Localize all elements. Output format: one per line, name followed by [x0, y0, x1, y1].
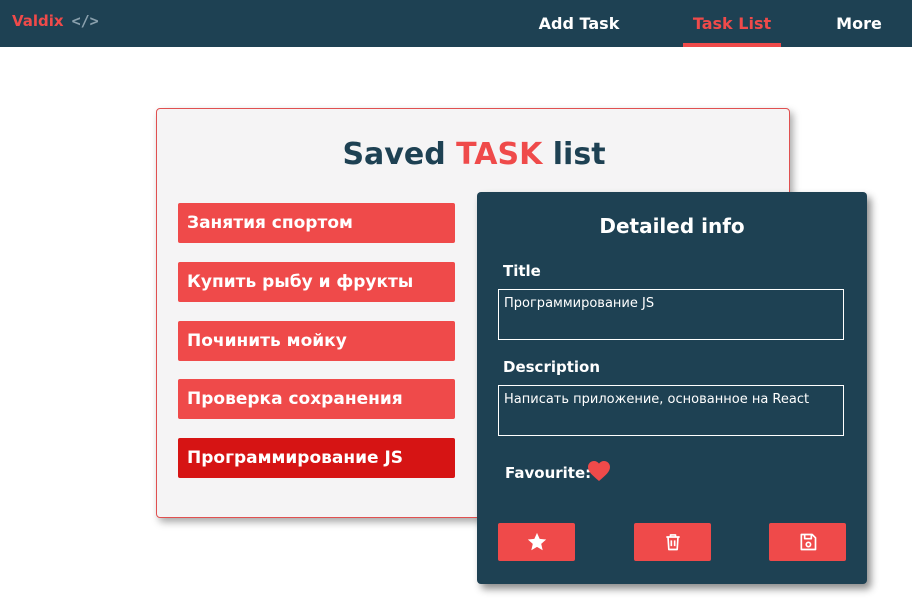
title-field[interactable]: Программирование JS: [498, 289, 844, 340]
brand-logo[interactable]: Valdix </>: [12, 12, 99, 30]
detail-heading: Detailed info: [599, 214, 745, 238]
favourite-star-button[interactable]: [498, 523, 575, 561]
delete-button[interactable]: [634, 523, 711, 561]
saved-title-accent: TASK: [456, 137, 543, 172]
task-item-selected[interactable]: Программирование JS: [178, 438, 455, 478]
heart-icon[interactable]: [587, 460, 611, 482]
save-icon: [800, 533, 816, 551]
saved-title: Saved TASK list: [157, 137, 791, 172]
nav-more[interactable]: More: [828, 0, 890, 47]
task-item[interactable]: Купить рыбу и фрукты: [178, 262, 455, 302]
task-item[interactable]: Занятия спортом: [178, 203, 455, 243]
detail-panel: Detailed info Title Программирование JS …: [477, 192, 867, 584]
saved-title-suffix: list: [542, 137, 606, 172]
saved-title-prefix: Saved: [342, 137, 457, 172]
top-navbar: Valdix </> Add Task Task List More: [0, 0, 912, 47]
trash-icon: [665, 534, 680, 551]
title-label: Title: [503, 262, 541, 280]
save-button[interactable]: [769, 523, 846, 561]
nav-add-task[interactable]: Add Task: [533, 0, 625, 47]
task-item[interactable]: Починить мойку: [178, 321, 455, 361]
task-item[interactable]: Проверка сохранения: [178, 379, 455, 419]
brand-name: Valdix: [12, 12, 64, 30]
star-icon: [527, 532, 546, 551]
code-icon: </>: [71, 12, 99, 30]
description-label: Description: [503, 358, 601, 376]
nav-task-list[interactable]: Task List: [683, 0, 781, 47]
favourite-label: Favourite:: [505, 464, 592, 482]
description-field[interactable]: Написать приложение, основанное на React: [498, 385, 844, 436]
